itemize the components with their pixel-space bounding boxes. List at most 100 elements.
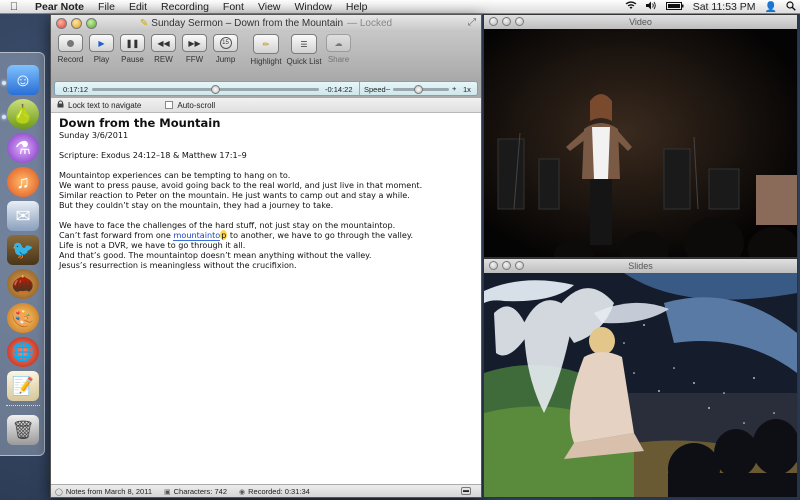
user-icon[interactable]: 👤 bbox=[765, 2, 777, 13]
auto-scroll-label[interactable]: Auto-scroll bbox=[177, 101, 215, 110]
paint-palette-icon[interactable]: 🎨 bbox=[7, 303, 39, 333]
note-line: But they couldn’t stay on the mountain, … bbox=[59, 200, 334, 210]
panel-toggle-icon[interactable]: ▬ bbox=[461, 487, 471, 495]
share-label: Share bbox=[327, 55, 350, 64]
apple-menu-icon[interactable]:  bbox=[0, 1, 28, 13]
jump-tool[interactable]: 15 Jump bbox=[210, 34, 241, 64]
menu-window[interactable]: Window bbox=[288, 1, 339, 13]
minimize-button[interactable] bbox=[502, 261, 511, 270]
share-button[interactable]: ☁ bbox=[326, 34, 351, 52]
minimize-button[interactable] bbox=[502, 17, 511, 26]
share-tool[interactable]: ☁ Share bbox=[323, 34, 354, 64]
highlight-button[interactable]: ✏ bbox=[253, 34, 279, 54]
speed-increase[interactable]: + bbox=[452, 84, 456, 93]
auto-scroll-checkbox[interactable] bbox=[165, 101, 174, 109]
stage-banner bbox=[756, 175, 797, 225]
fast-forward-button[interactable]: ▶▶ bbox=[182, 34, 207, 52]
notes-editor[interactable]: Down from the Mountain Sunday 3/6/2011 S… bbox=[51, 113, 481, 485]
speed-decrease[interactable]: – bbox=[386, 84, 390, 93]
menu-edit[interactable]: Edit bbox=[122, 1, 154, 13]
spotlight-search-icon[interactable] bbox=[786, 0, 796, 14]
options-bar: Lock text to navigate Auto-scroll bbox=[51, 98, 481, 113]
wifi-icon[interactable] bbox=[625, 1, 637, 13]
document-icon: ✎ bbox=[139, 18, 149, 29]
scrobbler-app-icon[interactable]: ♫ bbox=[7, 167, 39, 197]
speed-slider-knob[interactable] bbox=[413, 85, 423, 94]
acorn-app-icon[interactable]: 🌰 bbox=[7, 269, 39, 299]
zoom-button[interactable] bbox=[86, 18, 97, 29]
close-button[interactable] bbox=[489, 17, 498, 26]
menubar-clock[interactable]: Sat 11:53 PM bbox=[693, 1, 756, 13]
lock-icon[interactable] bbox=[57, 100, 64, 110]
elapsed-time: 0:17:12 bbox=[63, 85, 89, 94]
close-button[interactable] bbox=[489, 261, 498, 270]
close-button[interactable] bbox=[56, 18, 67, 29]
quick-list-tool[interactable]: ☰ Quick List bbox=[285, 34, 323, 66]
scrubber-knob[interactable] bbox=[211, 85, 221, 94]
highlight-tool[interactable]: ✏ Highlight bbox=[247, 34, 285, 66]
zoom-button[interactable] bbox=[515, 17, 524, 26]
menu-recording[interactable]: Recording bbox=[154, 1, 216, 13]
video-frame[interactable] bbox=[484, 29, 797, 257]
menu-font[interactable]: Font bbox=[216, 1, 251, 13]
pause-tool[interactable]: ❚❚ Pause bbox=[117, 34, 148, 64]
jump-button[interactable]: 15 bbox=[213, 34, 238, 52]
quick-list-label: Quick List bbox=[286, 57, 322, 66]
mail-icon[interactable]: ✉ bbox=[7, 201, 39, 231]
list-icon: ☰ bbox=[300, 39, 308, 49]
lock-text-label[interactable]: Lock text to navigate bbox=[68, 101, 141, 110]
pear-note-icon[interactable]: 🍐 bbox=[7, 99, 39, 129]
rewind-icon: ◀◀ bbox=[157, 38, 170, 48]
zoom-button[interactable] bbox=[515, 261, 524, 270]
play-button[interactable]: ▶ bbox=[89, 34, 114, 52]
fast-forward-label: FFW bbox=[185, 55, 204, 64]
playback-scrubber[interactable] bbox=[92, 85, 319, 94]
characters-status: ▣ Characters: 742 bbox=[164, 487, 227, 496]
record-button[interactable] bbox=[58, 34, 83, 52]
potion-app-icon[interactable]: ⚗ bbox=[7, 133, 39, 163]
volume-icon[interactable] bbox=[645, 1, 657, 13]
quick-list-button[interactable]: ☰ bbox=[291, 34, 317, 54]
rewind-button[interactable]: ◀◀ bbox=[151, 34, 176, 52]
battery-icon[interactable] bbox=[665, 1, 684, 13]
finder-icon[interactable]: ☺ bbox=[7, 65, 39, 95]
window-titlebar[interactable]: ✎ Sunday Sermon – Down from the Mountain… bbox=[51, 15, 481, 32]
pear-note-window: ✎ Sunday Sermon – Down from the Mountain… bbox=[50, 14, 482, 498]
recording-icon: ◉ bbox=[239, 488, 246, 496]
pause-label: Pause bbox=[121, 55, 144, 64]
play-tool[interactable]: ▶ Play bbox=[86, 34, 117, 64]
speed-slider[interactable] bbox=[393, 85, 449, 94]
kiwi-app-icon[interactable]: 🐦 bbox=[7, 235, 39, 265]
notes-document-icon[interactable]: 📝 bbox=[7, 371, 39, 401]
fullscreen-icon[interactable]: ⤢ bbox=[468, 17, 476, 28]
speed-label: Speed bbox=[364, 85, 386, 94]
window-title: Sunday Sermon – Down from the Mountain bbox=[151, 18, 344, 29]
menu-help[interactable]: Help bbox=[339, 1, 375, 13]
video-titlebar[interactable]: Video bbox=[484, 15, 797, 29]
menu-file[interactable]: File bbox=[91, 1, 122, 13]
dock: ☺ 🍐 ⚗ ♫ ✉ 🐦 🌰 🎨 🌐 📝 🗑 bbox=[0, 52, 45, 456]
slides-titlebar[interactable]: Slides bbox=[484, 259, 797, 273]
trash-icon[interactable]: 🗑 bbox=[7, 415, 39, 445]
pause-button[interactable]: ❚❚ bbox=[120, 34, 145, 52]
record-tool[interactable]: Record bbox=[55, 34, 86, 64]
characters-text: Characters: 742 bbox=[173, 486, 227, 496]
fast-forward-tool[interactable]: ▶▶ FFW bbox=[179, 34, 210, 64]
note-line: We have to face the challenges of the ha… bbox=[59, 220, 396, 230]
note-text: to another, we have to go through the va… bbox=[227, 230, 414, 240]
locked-status: — Locked bbox=[347, 18, 393, 29]
play-icon: ▶ bbox=[98, 38, 105, 48]
jump-back-icon: 15 bbox=[219, 37, 232, 49]
slide-image[interactable] bbox=[484, 273, 797, 497]
rewind-tool[interactable]: ◀◀ REW bbox=[148, 34, 179, 64]
minimize-button[interactable] bbox=[71, 18, 82, 29]
note-line: And that’s good. The mountaintop doesn’t… bbox=[59, 250, 372, 260]
app-menu[interactable]: Pear Note bbox=[28, 1, 91, 13]
note-date: Sunday 3/6/2011 bbox=[59, 130, 129, 140]
note-line: Life is not a DVR, we have to go through… bbox=[59, 240, 246, 250]
speed-value: 1x bbox=[463, 85, 471, 94]
toolbar: Record ▶ Play ❚❚ Pause ◀◀ REW ▶▶ FFW 15 … bbox=[51, 32, 481, 80]
menu-view[interactable]: View bbox=[251, 1, 288, 13]
globe-app-icon[interactable]: 🌐 bbox=[7, 337, 39, 367]
slides-window: Slides bbox=[483, 258, 798, 498]
